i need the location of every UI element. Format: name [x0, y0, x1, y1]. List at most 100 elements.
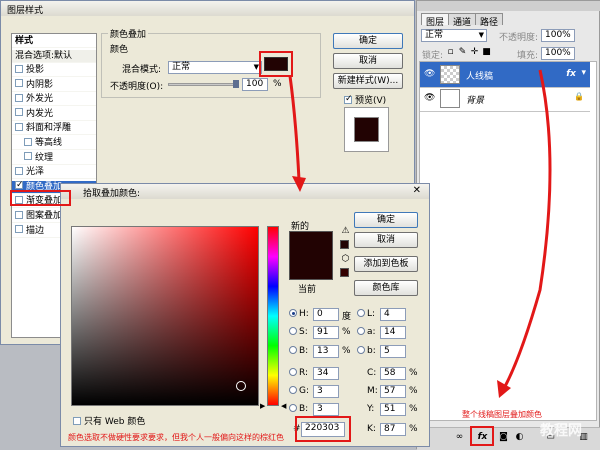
style-item[interactable]: 外发光 — [12, 93, 96, 107]
k-field[interactable]: 87 — [380, 423, 406, 436]
link-layers-icon[interactable]: ∞ — [454, 432, 465, 442]
a-radio-icon — [357, 326, 365, 335]
style-checkbox-icon[interactable] — [15, 108, 23, 117]
style-checkbox-icon[interactable] — [15, 122, 23, 131]
lock-paint-icon[interactable]: ✎ — [457, 47, 468, 57]
layer-row[interactable]: 👁 人线稿 fx ▾ — [420, 62, 590, 88]
h-label: H: — [299, 309, 309, 319]
eye-icon[interactable]: 👁 — [424, 70, 435, 79]
saturation-brightness-field[interactable] — [71, 226, 259, 406]
chevron-down-icon: ▼ — [478, 31, 484, 39]
layer-note-annotation: 整个线稿图层叠加颜色 — [462, 410, 542, 419]
layers-tab[interactable]: 图层 — [421, 13, 450, 28]
k-label: K: — [367, 424, 376, 434]
lock-transparent-icon[interactable]: ▫ — [445, 47, 456, 57]
layer-blend-select[interactable]: 正常 ▼ — [421, 29, 487, 42]
gamut-warning-icon[interactable]: ⚠ — [340, 226, 351, 236]
blend-mode-value: 正常 — [172, 62, 191, 72]
style-item[interactable]: 纹理 — [12, 152, 96, 165]
preview-checkbox[interactable]: 预览(V) — [344, 93, 386, 106]
layers-tab[interactable]: 通道 — [448, 13, 477, 28]
style-checkbox-icon[interactable] — [15, 179, 24, 191]
style-checkbox-icon[interactable] — [15, 64, 23, 73]
l-field[interactable]: 4 — [380, 308, 406, 321]
new-style-button[interactable]: 新建样式(W)... — [333, 73, 403, 89]
current-color-swatch[interactable] — [289, 266, 333, 280]
style-checkbox-icon[interactable] — [15, 79, 23, 88]
h-field[interactable]: 0 — [313, 308, 339, 321]
a-field[interactable]: 14 — [380, 326, 406, 339]
rgb-b-row[interactable]: B: — [289, 403, 309, 414]
style-item[interactable]: 投影 — [12, 64, 96, 77]
hsb-s-row[interactable]: S: — [289, 326, 308, 337]
mask-icon[interactable]: ◙ — [498, 432, 509, 442]
blue-field[interactable]: 3 — [313, 403, 339, 416]
layers-tab[interactable]: 路径 — [475, 13, 504, 28]
lock-move-icon[interactable]: ✛ — [469, 47, 480, 57]
lab-a-row[interactable]: a: — [357, 326, 376, 337]
style-checkbox-icon[interactable] — [15, 225, 23, 234]
style-checkbox-icon[interactable] — [15, 210, 23, 219]
style-item[interactable]: 光泽 — [12, 166, 96, 180]
hue-slider-left-arrow[interactable]: ▶ — [260, 402, 265, 410]
style-ok-button[interactable]: 确定 — [333, 33, 403, 49]
opacity-slider-thumb[interactable] — [233, 80, 239, 88]
c-field[interactable]: 58 — [380, 367, 406, 380]
hue-slider[interactable] — [267, 226, 279, 406]
style-item[interactable]: 等高线 — [12, 137, 96, 150]
preview-box — [344, 107, 389, 152]
layer-row[interactable]: 👁 背景 🔒 — [420, 86, 590, 112]
web-only-checkbox[interactable]: 只有 Web 颜色 — [73, 414, 145, 427]
r-field[interactable]: 34 — [313, 367, 339, 380]
s-field[interactable]: 91 — [313, 326, 339, 339]
lab-l-row[interactable]: L: — [357, 308, 375, 319]
picker-ok-button[interactable]: 确定 — [354, 212, 418, 228]
style-item[interactable]: 内阴影 — [12, 79, 96, 92]
eye-icon[interactable]: 👁 — [424, 94, 435, 103]
style-checkbox-icon[interactable] — [15, 93, 23, 102]
fx-icon[interactable]: fx — [566, 69, 576, 79]
y-label: Y: — [367, 404, 375, 414]
style-cancel-button[interactable]: 取消 — [333, 53, 403, 69]
picker-cancel-button[interactable]: 取消 — [354, 232, 418, 248]
web-safe-swatch[interactable] — [340, 268, 349, 277]
blue-label: B: — [299, 404, 309, 414]
lock-all-icon[interactable]: ■ — [481, 47, 492, 57]
hue-slider-right-arrow[interactable]: ◀ — [281, 402, 286, 410]
opacity-slider[interactable] — [168, 83, 236, 86]
color-cursor[interactable] — [236, 381, 246, 391]
chevron-down-icon[interactable]: ▾ — [581, 68, 586, 78]
close-icon[interactable]: ✕ — [413, 185, 421, 196]
adjustment-icon[interactable]: ◐ — [514, 432, 525, 442]
web-safe-icon[interactable]: ⬡ — [340, 254, 351, 264]
m-field[interactable]: 57 — [380, 385, 406, 398]
color-overlay-highlight-box — [10, 190, 71, 206]
gamut-swatch[interactable] — [340, 240, 349, 249]
lock-icon: 🔒 — [574, 92, 584, 101]
color-libraries-button[interactable]: 颜色库 — [354, 280, 418, 296]
style-checkbox-icon[interactable] — [15, 166, 23, 175]
hsb-b-row[interactable]: B: — [289, 345, 308, 356]
style-checkbox-icon[interactable] — [24, 152, 32, 161]
y-field[interactable]: 51 — [380, 403, 406, 416]
opacity-field[interactable]: 100 — [242, 78, 268, 91]
rgb-r-row[interactable]: R: — [289, 367, 308, 378]
color-picker-dialog: 拾取叠加颜色: ✕ ▶ ◀ 新的 当前 ⚠ ⬡ 确定 取消 添加到色板 颜色库 … — [60, 183, 430, 447]
layer-opacity-field[interactable]: 100% — [541, 29, 575, 42]
blend-mode-select[interactable]: 正常 ▼ — [168, 61, 262, 74]
blend-options-item[interactable]: 混合选项:默认 — [12, 50, 96, 63]
g-field[interactable]: 3 — [313, 385, 339, 398]
b-field[interactable]: 13 — [313, 345, 339, 358]
add-to-swatches-button[interactable]: 添加到色板 — [354, 256, 418, 272]
c-unit: % — [409, 368, 418, 378]
rgb-g-row[interactable]: G: — [289, 385, 309, 396]
lab-b-field[interactable]: 5 — [380, 345, 406, 358]
style-checkbox-icon[interactable] — [24, 137, 32, 146]
fill-field[interactable]: 100% — [541, 47, 575, 60]
style-item[interactable]: 内发光 — [12, 108, 96, 121]
style-item[interactable]: 斜面和浮雕 — [12, 122, 96, 136]
layers-list — [419, 61, 597, 421]
lab-b-row[interactable]: b: — [357, 345, 376, 356]
style-item-label: 等高线 — [35, 138, 63, 148]
hsb-h-row[interactable]: H: — [289, 308, 309, 319]
